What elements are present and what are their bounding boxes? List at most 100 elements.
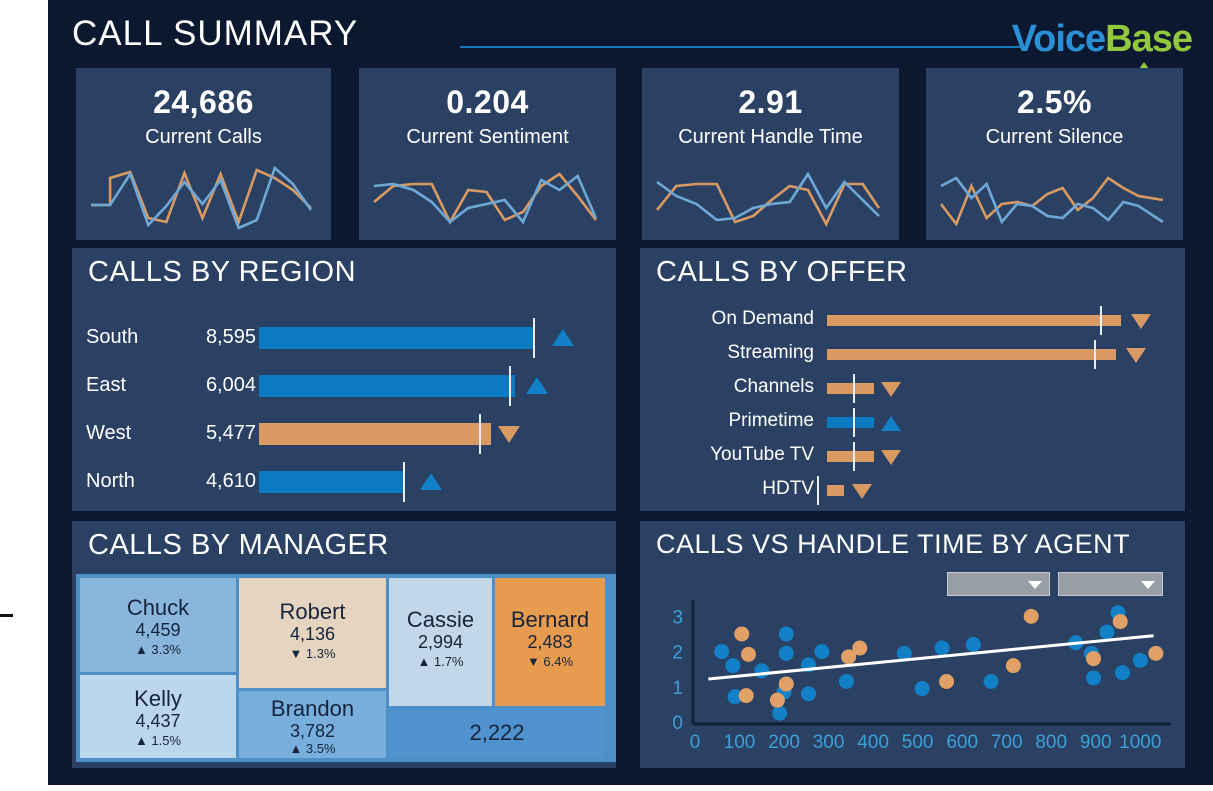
tile-value: 4,459 bbox=[135, 620, 181, 640]
logo-voice-text: Voice bbox=[1011, 18, 1107, 60]
svg-text:700: 700 bbox=[991, 732, 1023, 753]
offer-row-primetime[interactable]: Primetime bbox=[654, 406, 1199, 440]
svg-text:200: 200 bbox=[768, 732, 800, 753]
treemap-tile-kelly[interactable]: Kelly 4,437 ▲ 1.5% bbox=[80, 675, 236, 758]
kpi-card-current-calls[interactable]: 24,686 Current Calls bbox=[76, 68, 331, 240]
trend-up-icon bbox=[526, 377, 548, 394]
scatter-filter-dropdown-1[interactable] bbox=[947, 572, 1050, 596]
manager-treemap: Chuck 4,459 ▲ 3.3% Kelly 4,437 ▲ 1.5% Ro… bbox=[76, 574, 616, 762]
offer-reference-line bbox=[853, 374, 855, 403]
kpi-value: 24,686 bbox=[153, 84, 254, 120]
trend-up-icon bbox=[420, 473, 442, 490]
svg-text:500: 500 bbox=[902, 732, 934, 753]
region-row-east[interactable]: East 6,004 bbox=[86, 366, 626, 406]
region-bar bbox=[259, 327, 535, 349]
trend-down-icon bbox=[881, 382, 901, 397]
region-reference-line bbox=[479, 414, 481, 454]
tile-delta: ▲ 1.5% bbox=[134, 733, 182, 748]
dashboard-root: CALL SUMMARY VoiceBase 24,686 Current Ca… bbox=[0, 0, 1213, 791]
offer-bar bbox=[827, 485, 844, 496]
offer-reference-line bbox=[1094, 340, 1096, 369]
kpi-label: Current Handle Time bbox=[678, 126, 863, 148]
region-row-west[interactable]: West 5,477 bbox=[86, 414, 626, 454]
kpi-value: 2.91 bbox=[738, 84, 803, 120]
offer-reference-line bbox=[853, 408, 855, 437]
svg-text:100: 100 bbox=[724, 732, 756, 753]
dashboard-header: CALL SUMMARY VoiceBase bbox=[72, 10, 1193, 77]
region-bar bbox=[259, 471, 405, 493]
svg-text:600: 600 bbox=[946, 732, 978, 753]
kpi-label: Current Sentiment bbox=[406, 126, 569, 148]
scatter-svg: 0 1 2 3 0 100 200 300 400 500 600 700 800 900 1000 bbox=[672, 600, 1171, 753]
tile-value: 2,222 bbox=[469, 720, 525, 745]
offer-row-on-demand[interactable]: On Demand bbox=[654, 304, 1199, 338]
region-name: North bbox=[86, 470, 135, 492]
offer-reference-line bbox=[817, 476, 819, 505]
svg-text:1: 1 bbox=[672, 678, 683, 699]
logo-base-text: Base bbox=[1105, 18, 1193, 60]
offer-row-hdtv[interactable]: HDTV bbox=[654, 474, 1199, 508]
page-title: CALL SUMMARY bbox=[72, 14, 359, 53]
kpi-card-current-silence[interactable]: 2.5% Current Silence bbox=[926, 68, 1183, 240]
offer-row-youtube-tv[interactable]: YouTube TV bbox=[654, 440, 1199, 474]
region-row-north[interactable]: North 4,610 bbox=[86, 462, 626, 502]
offer-bar bbox=[827, 451, 874, 462]
treemap-tile-chuck[interactable]: Chuck 4,459 ▲ 3.3% bbox=[80, 578, 236, 672]
tile-value: 4,136 bbox=[289, 624, 336, 644]
scatter-plot[interactable]: 0 1 2 3 0 100 200 300 400 500 600 700 800 900 1000 bbox=[655, 596, 1175, 756]
region-bar bbox=[259, 423, 491, 445]
kpi-card-current-sentiment[interactable]: 0.204 Current Sentiment bbox=[359, 68, 616, 240]
region-value: 4,610 bbox=[205, 470, 256, 492]
tile-delta: ▲ 1.7% bbox=[417, 654, 464, 669]
kpi-label: Current Calls bbox=[145, 126, 262, 148]
region-row-south[interactable]: South 8,595 bbox=[86, 318, 626, 358]
offer-reference-line bbox=[1100, 306, 1102, 335]
offer-name: Channels bbox=[733, 376, 814, 397]
svg-text:2: 2 bbox=[672, 643, 683, 664]
tile-name: Chuck bbox=[126, 595, 190, 620]
panel-title: CALLS BY OFFER bbox=[656, 256, 908, 288]
treemap-tile-robert[interactable]: Robert 4,136 ▼ 1.3% bbox=[239, 578, 386, 688]
tile-value: 2,483 bbox=[527, 632, 573, 652]
region-name: West bbox=[86, 422, 132, 444]
svg-text:800: 800 bbox=[1035, 732, 1067, 753]
sparkline-current-sentiment bbox=[371, 160, 604, 230]
kpi-card-current-handle-time[interactable]: 2.91 Current Handle Time bbox=[642, 68, 899, 240]
offer-row-channels[interactable]: Channels bbox=[654, 372, 1199, 406]
treemap-tile-bernard[interactable]: Bernard 2,483 ▼ 6.4% bbox=[495, 578, 605, 706]
treemap-tile-cassie[interactable]: Cassie 2,994 ▲ 1.7% bbox=[389, 578, 492, 706]
panel-title: CALLS BY REGION bbox=[88, 256, 357, 288]
sparkline-current-handle-time bbox=[654, 160, 887, 230]
offer-row-streaming[interactable]: Streaming bbox=[654, 338, 1199, 372]
svg-text:900: 900 bbox=[1080, 732, 1112, 753]
svg-text:0: 0 bbox=[672, 713, 683, 734]
trend-up-icon bbox=[881, 416, 901, 431]
region-name: South bbox=[86, 326, 139, 348]
treemap-tile-brandon[interactable]: Brandon 3,782 ▲ 3.5% bbox=[239, 691, 386, 758]
tile-value: 3,782 bbox=[289, 721, 336, 741]
region-bar bbox=[259, 375, 515, 397]
svg-text:3: 3 bbox=[672, 607, 683, 628]
tile-name: Cassie bbox=[406, 607, 475, 632]
offer-reference-line bbox=[853, 442, 855, 471]
trend-down-icon bbox=[498, 426, 520, 443]
title-divider-line bbox=[460, 46, 1020, 48]
treemap-tile-unlabeled[interactable]: 2,222 bbox=[389, 709, 605, 758]
svg-text:1000: 1000 bbox=[1119, 732, 1161, 753]
voicebase-logo: VoiceBase bbox=[1011, 18, 1193, 77]
kpi-label: Current Silence bbox=[985, 126, 1124, 148]
tile-delta: ▼ 6.4% bbox=[526, 654, 574, 669]
kpi-value: 0.204 bbox=[446, 84, 529, 120]
tile-delta: ▲ 3.3% bbox=[134, 642, 182, 657]
region-reference-line bbox=[533, 318, 535, 358]
tile-delta: ▼ 1.3% bbox=[289, 646, 336, 661]
offer-name: Primetime bbox=[728, 410, 814, 431]
chevron-down-icon bbox=[1028, 581, 1042, 589]
offer-name: On Demand bbox=[711, 308, 814, 329]
offer-name: YouTube TV bbox=[710, 444, 814, 465]
region-value: 5,477 bbox=[205, 422, 256, 444]
tile-name: Brandon bbox=[270, 696, 355, 721]
kpi-value: 2.5% bbox=[1017, 84, 1092, 120]
offer-name: HDTV bbox=[762, 478, 814, 499]
scatter-filter-dropdown-2[interactable] bbox=[1058, 572, 1163, 596]
